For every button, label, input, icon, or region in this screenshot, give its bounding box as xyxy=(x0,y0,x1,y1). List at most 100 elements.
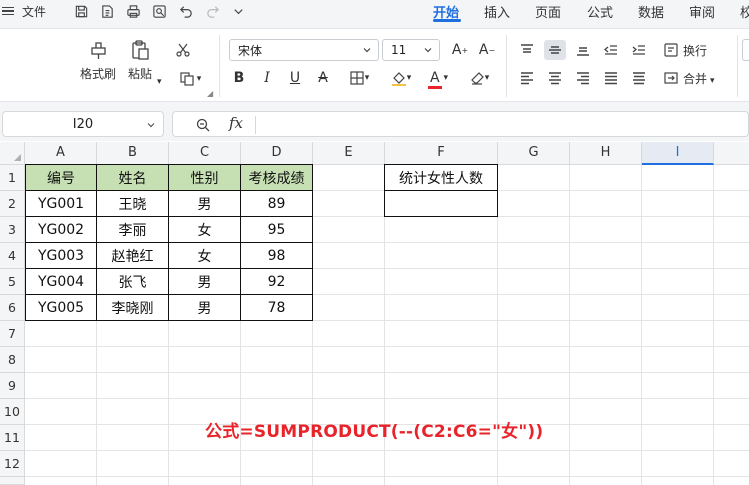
tab-page[interactable]: 页面 xyxy=(535,2,561,21)
column-header-h[interactable]: H xyxy=(570,142,642,165)
tab-formulas[interactable]: 公式 xyxy=(587,2,613,21)
column-header-c[interactable]: C xyxy=(169,142,241,165)
print-icon[interactable] xyxy=(123,0,143,22)
underline-icon[interactable]: U xyxy=(284,68,306,88)
file-menu[interactable]: 文件 xyxy=(0,0,46,22)
align-right-icon[interactable] xyxy=(572,68,594,88)
row-header-10[interactable]: 10 xyxy=(0,399,25,425)
align-top-icon[interactable] xyxy=(516,40,538,60)
table-cell[interactable]: 赵艳红 xyxy=(97,243,169,269)
print-preview-icon[interactable] xyxy=(97,0,117,22)
align-center-icon[interactable] xyxy=(544,68,566,88)
column-header-a[interactable]: A xyxy=(25,142,97,165)
align-middle-icon[interactable] xyxy=(544,40,566,60)
increase-font-icon[interactable]: A + xyxy=(449,40,471,60)
row-header-8[interactable]: 8 xyxy=(0,347,25,373)
clipboard-expand-icon[interactable]: ◢ xyxy=(207,89,213,98)
column-header-d[interactable]: D xyxy=(241,142,313,165)
name-box[interactable]: I20 xyxy=(2,111,164,137)
tab-more[interactable]: 校 xyxy=(740,2,749,21)
tab-insert[interactable]: 插入 xyxy=(484,2,510,21)
column-header-g[interactable]: G xyxy=(498,142,570,165)
table-cell[interactable]: 89 xyxy=(241,191,313,217)
number-format-select[interactable] xyxy=(742,39,749,61)
strikethrough-icon[interactable]: A xyxy=(312,68,334,88)
font-name-select[interactable]: 宋体 xyxy=(229,39,379,61)
save-icon[interactable] xyxy=(71,0,91,22)
table-cell[interactable]: 女 xyxy=(169,243,241,269)
spreadsheet-grid[interactable]: A B C D E F G H I 1 2 3 4 5 6 7 8 9 10 1… xyxy=(0,142,749,485)
merge-label[interactable]: 合并 ▾ xyxy=(683,70,715,87)
zoom-icon[interactable] xyxy=(195,117,211,133)
column-header-b[interactable]: B xyxy=(97,142,169,165)
table-cell[interactable]: 98 xyxy=(241,243,313,269)
row-header-11[interactable]: 11 xyxy=(0,425,25,451)
wrap-text-label[interactable]: 换行 xyxy=(683,42,707,59)
distribute-icon[interactable] xyxy=(628,68,650,88)
row-header-7[interactable]: 7 xyxy=(0,321,25,347)
header-cell-gender[interactable]: 性别 xyxy=(169,164,241,191)
font-size-select[interactable]: 11 xyxy=(382,39,440,61)
column-header-e[interactable]: E xyxy=(313,142,385,165)
column-header-f[interactable]: F xyxy=(385,142,498,165)
copy-button[interactable]: ▾ xyxy=(173,69,207,89)
table-cell[interactable]: 李丽 xyxy=(97,217,169,243)
table-cell[interactable]: YG002 xyxy=(25,217,97,243)
clear-icon[interactable]: ▾ xyxy=(463,68,495,88)
stat-header-cell[interactable]: 统计女性人数 xyxy=(384,164,498,191)
table-cell[interactable]: 张飞 xyxy=(97,269,169,295)
tab-review[interactable]: 审阅 xyxy=(689,2,715,21)
find-replace-icon[interactable] xyxy=(149,0,169,22)
table-cell[interactable]: 95 xyxy=(241,217,313,243)
select-all-corner[interactable] xyxy=(0,142,25,165)
justify-icon[interactable] xyxy=(600,68,622,88)
table-cell[interactable]: YG004 xyxy=(25,269,97,295)
fill-color-icon[interactable]: ▾ xyxy=(385,68,417,88)
bold-icon[interactable]: B xyxy=(228,68,250,88)
cut-button[interactable] xyxy=(171,40,195,60)
table-cell[interactable]: YG003 xyxy=(25,243,97,269)
align-left-icon[interactable] xyxy=(516,68,538,88)
row-header-5[interactable]: 5 xyxy=(0,269,25,295)
table-cell[interactable]: 男 xyxy=(169,295,241,321)
row-header-3[interactable]: 3 xyxy=(0,217,25,243)
row-header-1[interactable]: 1 xyxy=(0,165,25,191)
italic-icon[interactable]: I xyxy=(256,68,278,88)
header-cell-score[interactable]: 考核成绩 xyxy=(241,164,313,191)
header-cell-id[interactable]: 编号 xyxy=(25,164,97,191)
row-header-4[interactable]: 4 xyxy=(0,243,25,269)
table-cell[interactable]: 李晓刚 xyxy=(97,295,169,321)
more-icon[interactable] xyxy=(228,0,248,22)
paste-dropdown-icon[interactable]: ▾ xyxy=(157,77,162,87)
row-header-2[interactable]: 2 xyxy=(0,191,25,217)
row-header-6[interactable]: 6 xyxy=(0,295,25,321)
align-bottom-icon[interactable] xyxy=(572,40,594,60)
table-cell[interactable]: 92 xyxy=(241,269,313,295)
row-header-12[interactable]: 12 xyxy=(0,451,25,477)
column-header-j[interactable] xyxy=(714,142,749,165)
table-cell[interactable]: 男 xyxy=(169,191,241,217)
table-cell[interactable]: 男 xyxy=(169,269,241,295)
table-cell[interactable]: 78 xyxy=(241,295,313,321)
stat-value-cell[interactable] xyxy=(384,191,498,217)
font-color-icon[interactable]: A ▾ xyxy=(423,68,455,89)
merge-icon[interactable] xyxy=(660,68,682,88)
row-header-9[interactable]: 9 xyxy=(0,373,25,399)
table-cell[interactable]: YG001 xyxy=(25,191,97,217)
column-header-i[interactable]: I xyxy=(642,142,714,165)
table-cell[interactable]: YG005 xyxy=(25,295,97,321)
indent-increase-icon[interactable] xyxy=(628,40,650,60)
indent-decrease-icon[interactable] xyxy=(600,40,622,60)
tab-data[interactable]: 数据 xyxy=(638,2,664,21)
border-icon[interactable]: ▾ xyxy=(343,68,375,88)
format-painter-button[interactable]: 格式刷 xyxy=(80,39,116,82)
wrap-text-icon[interactable] xyxy=(660,40,682,60)
decrease-font-icon[interactable]: A − xyxy=(476,40,498,60)
header-cell-name[interactable]: 姓名 xyxy=(97,164,169,191)
fx-icon[interactable]: fx xyxy=(229,114,243,132)
row-header-13[interactable] xyxy=(0,477,25,485)
formula-input[interactable]: fx xyxy=(172,111,749,137)
table-cell[interactable]: 王晓 xyxy=(97,191,169,217)
redo-icon[interactable] xyxy=(202,0,222,22)
paste-button[interactable]: 粘贴 xyxy=(128,39,152,82)
